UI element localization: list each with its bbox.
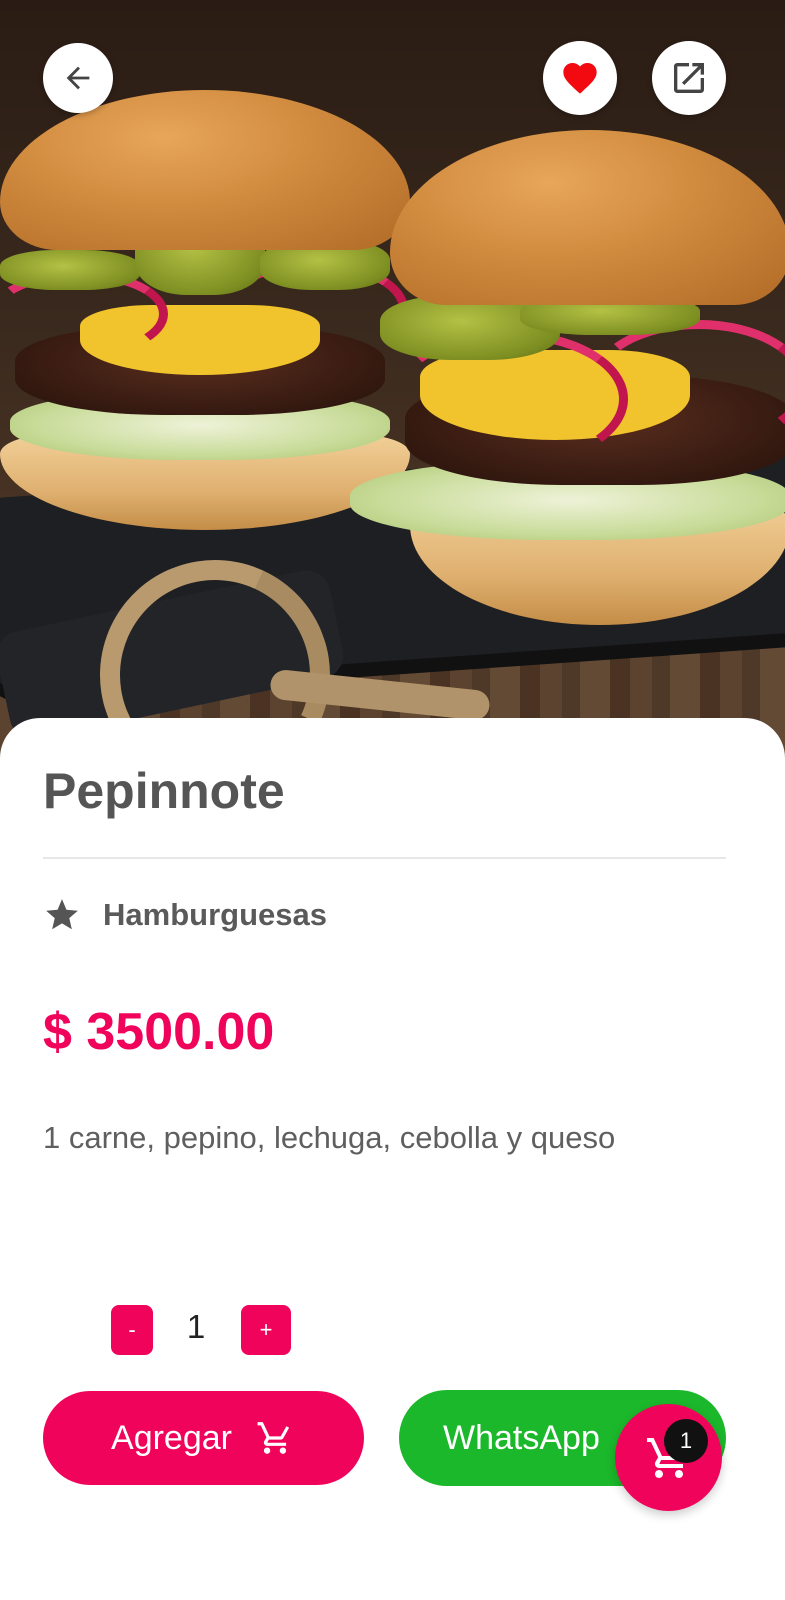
back-button[interactable]	[43, 43, 113, 113]
divider	[43, 857, 726, 859]
quantity-value: 1	[186, 1308, 206, 1345]
product-price: $ 3500.00	[43, 1003, 275, 1061]
share-button[interactable]	[652, 41, 726, 115]
whatsapp-label: WhatsApp	[443, 1418, 600, 1457]
arrow-left-icon	[66, 66, 90, 90]
quantity-decrease-button[interactable]: -	[111, 1305, 153, 1355]
product-description: 1 carne, pepino, lechuga, cebolla y ques…	[43, 1120, 616, 1155]
category-row: Hamburguesas	[43, 893, 327, 937]
add-to-cart-button[interactable]: Agregar	[43, 1391, 364, 1485]
external-link-icon	[674, 63, 704, 93]
product-title: Pepinnote	[43, 763, 285, 819]
star-icon	[46, 899, 78, 930]
burger-left	[0, 90, 410, 530]
add-to-cart-label: Agregar	[111, 1418, 232, 1457]
heart-icon	[563, 63, 597, 94]
quantity-increase-button[interactable]: +	[241, 1305, 291, 1355]
category-label: Hamburguesas	[103, 897, 327, 932]
cart-count-badge: 1	[664, 1419, 708, 1463]
burger-right	[350, 130, 785, 630]
cart-fab[interactable]	[615, 1404, 722, 1511]
cart-icon	[257, 1422, 290, 1454]
product-image	[0, 0, 785, 760]
favorite-button[interactable]	[543, 41, 617, 115]
